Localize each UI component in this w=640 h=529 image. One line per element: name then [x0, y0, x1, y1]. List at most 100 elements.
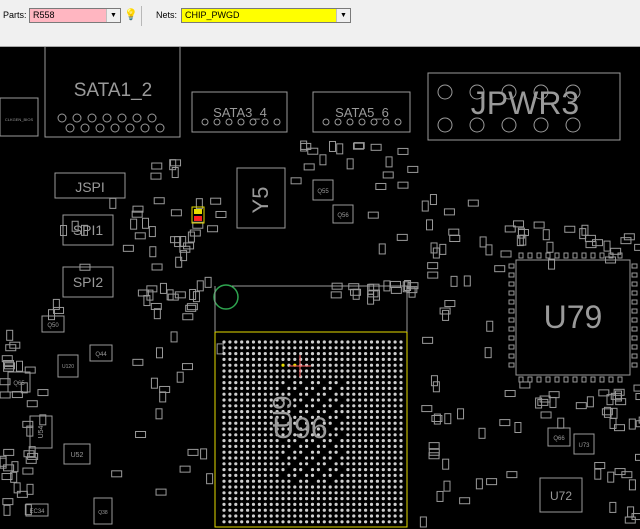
- bga-ball: [352, 479, 356, 483]
- bga-ball: [375, 398, 379, 402]
- bga-ball: [251, 456, 256, 460]
- lightbulb-icon[interactable]: 💡: [124, 8, 138, 21]
- bga-ball: [240, 375, 244, 379]
- u96-bga-chip[interactable]: U96 U9: [214, 331, 408, 528]
- bga-ball: [222, 375, 226, 379]
- smd-component: [594, 462, 606, 470]
- bga-ball: [364, 421, 368, 425]
- bga-ball: [228, 421, 232, 425]
- smd-component: [135, 431, 147, 439]
- pcb-board-view[interactable]: SATA1_2 SATA3_4 SATA5_6 JPWR3 CLKGEN_BIO…: [0, 47, 640, 529]
- smd-component: [187, 231, 195, 243]
- bga-ball: [240, 352, 244, 356]
- q38-transistor[interactable]: Q38: [93, 497, 113, 525]
- spi1-chip[interactable]: SPI1: [62, 214, 114, 246]
- mounting-hole[interactable]: [213, 284, 239, 310]
- bga-ball: [352, 375, 356, 379]
- bga-ball: [399, 439, 403, 443]
- sata3-connector[interactable]: SATA3_4: [191, 91, 288, 133]
- bga-ball: [251, 497, 256, 501]
- sata5-connector[interactable]: SATA5_6: [312, 91, 411, 133]
- bga-ball: [287, 497, 291, 501]
- bga-ball: [310, 450, 315, 454]
- bga-ball: [228, 473, 232, 477]
- u120-chip[interactable]: U120: [57, 354, 79, 378]
- bga-ball: [358, 392, 362, 396]
- bga-ball: [322, 352, 326, 356]
- bga-ball: [393, 340, 397, 344]
- jpwr3-connector[interactable]: JPWR3: [427, 72, 621, 141]
- bga-ball: [305, 386, 309, 390]
- smd-component: [204, 276, 212, 288]
- bga-ball: [322, 363, 326, 367]
- bga-ball: [328, 421, 332, 425]
- bga-ball: [364, 352, 368, 356]
- q50-transistor[interactable]: Q50: [41, 315, 65, 333]
- bga-ball: [269, 357, 273, 361]
- bga-ball: [251, 421, 256, 425]
- bga-ball: [246, 497, 250, 501]
- u79-pad: [536, 252, 542, 259]
- smd-component: [174, 291, 186, 299]
- pcb-canvas[interactable]: SATA1_2 SATA3_4 SATA5_6 JPWR3 CLKGEN_BIO…: [0, 47, 640, 529]
- u79-pad: [590, 376, 596, 383]
- parts-dropdown-arrow-icon[interactable]: ▼: [106, 9, 120, 22]
- u79-pad: [518, 252, 524, 259]
- bga-ball: [251, 433, 256, 437]
- bga-ball: [316, 381, 320, 385]
- jspi-header[interactable]: JSPI: [54, 172, 126, 199]
- bga-ball: [246, 514, 250, 518]
- bga-ball: [222, 392, 226, 396]
- u72-chip[interactable]: U72: [539, 477, 583, 513]
- q55-transistor[interactable]: Q55: [312, 179, 334, 201]
- bga-ball: [234, 456, 238, 460]
- spi2-chip[interactable]: SPI2: [62, 266, 114, 298]
- nets-dropdown-arrow-icon[interactable]: ▼: [336, 9, 350, 22]
- q66-transistor[interactable]: Q66: [547, 427, 571, 447]
- bga-ball: [246, 479, 250, 483]
- bga-ball: [269, 502, 273, 506]
- q65-transistor[interactable]: Q65: [7, 371, 31, 393]
- smd-component: [479, 236, 487, 248]
- bga-ball: [364, 340, 368, 344]
- bga-ball: [316, 520, 320, 524]
- bga-ball: [246, 491, 250, 495]
- bga-ball: [358, 450, 362, 454]
- left-edge-chip[interactable]: CLKGEN_BIOS: [0, 97, 39, 137]
- q56-transistor[interactable]: Q56: [332, 204, 354, 224]
- u73-chip[interactable]: U73: [573, 433, 595, 455]
- bga-ball: [257, 346, 261, 350]
- bga-ball: [275, 514, 279, 518]
- smd-component: [457, 408, 465, 420]
- q44-transistor[interactable]: Q44: [89, 344, 113, 362]
- u72-label: U72: [550, 489, 572, 503]
- bga-ball: [257, 363, 261, 367]
- sata1-connector[interactable]: SATA1_2: [44, 47, 181, 138]
- u79-chip[interactable]: U79: [515, 259, 631, 376]
- bga-ball: [240, 398, 244, 402]
- nets-combobox[interactable]: CHIP_PWGD ▼: [181, 8, 351, 23]
- smd-component: [378, 243, 386, 255]
- smd-component: [594, 468, 602, 480]
- bga-ball: [251, 520, 256, 524]
- bga-ball: [352, 456, 356, 460]
- bga-ball: [228, 398, 232, 402]
- smd-component: [216, 343, 224, 355]
- bga-ball: [364, 381, 368, 385]
- bga-ball: [310, 456, 315, 460]
- smd-component: [122, 244, 134, 252]
- u79-pad: [631, 272, 638, 278]
- r558-selected-part[interactable]: [191, 206, 205, 224]
- bga-ball: [287, 386, 291, 390]
- bga-ball: [293, 357, 297, 361]
- y5-crystal[interactable]: Y5: [236, 167, 286, 229]
- bga-ball: [269, 468, 273, 472]
- bga-ball: [387, 386, 391, 390]
- smd-component: [450, 275, 458, 287]
- parts-combobox[interactable]: R558 ▼: [29, 8, 121, 23]
- u52-chip[interactable]: U52: [63, 443, 91, 465]
- bga-ball: [369, 520, 374, 524]
- u79-label: U79: [544, 299, 603, 335]
- bga-ball: [364, 410, 368, 414]
- bga-ball: [299, 381, 303, 385]
